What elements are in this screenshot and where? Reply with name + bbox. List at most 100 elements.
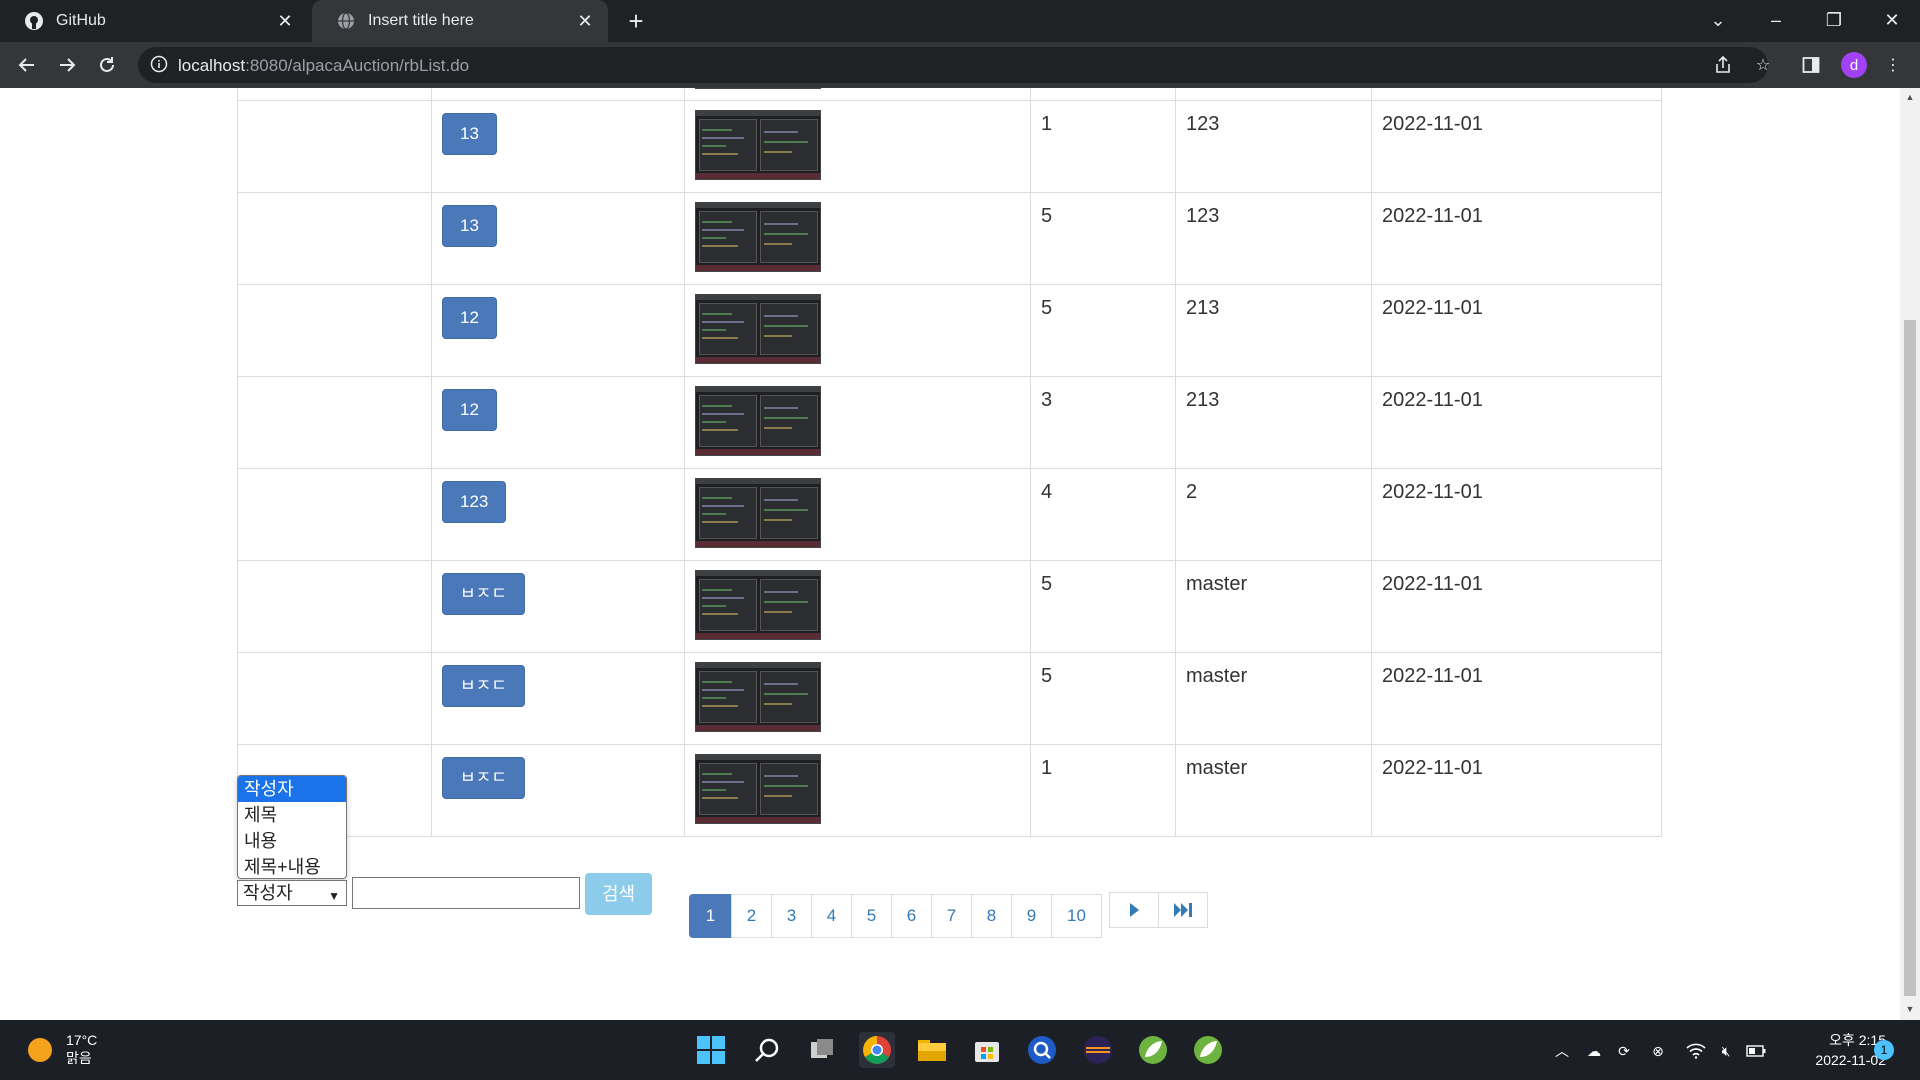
table-row: 12 5 213 2022-11-01 [237, 284, 1662, 377]
option-title-content[interactable]: 제목+내용 [238, 854, 346, 878]
back-icon[interactable] [12, 50, 42, 80]
show-hidden-icons-icon[interactable]: ︿ [1552, 1040, 1572, 1062]
share-icon[interactable] [1708, 50, 1738, 80]
file-explorer-icon[interactable] [914, 1032, 950, 1068]
table-row: 123 4 2 2022-11-01 [237, 468, 1662, 561]
item-title-button[interactable]: 13 [442, 113, 497, 155]
spring-tools-icon[interactable] [1135, 1032, 1171, 1068]
page-link[interactable]: 4 [811, 894, 852, 938]
weather-widget[interactable]: 17°C 맑음 [28, 1032, 97, 1068]
scroll-up-icon[interactable]: ▲ [1905, 92, 1915, 102]
option-writer[interactable]: 작성자 [238, 776, 346, 802]
date-cell: 2022-11-01 [1382, 297, 1483, 319]
scroll-thumb[interactable] [1904, 320, 1916, 996]
scroll-down-icon[interactable]: ▼ [1905, 1004, 1915, 1014]
writer-cell: 123 [1186, 205, 1220, 227]
thumbnail-image[interactable] [695, 570, 821, 640]
item-title-button[interactable]: ㅂㅈㄷ [442, 573, 525, 615]
wifi-icon[interactable] [1684, 1040, 1708, 1062]
item-title-button[interactable]: ㅂㅈㄷ [442, 757, 525, 799]
pagination: 1 2 3 4 5 6 7 8 9 10 [689, 894, 1102, 938]
vertical-scrollbar[interactable]: ▲ ▼ [1900, 88, 1920, 1020]
app-q-icon[interactable] [1024, 1032, 1060, 1068]
new-tab-icon[interactable]: + [622, 8, 650, 36]
page-link[interactable]: 7 [931, 894, 972, 938]
date-cell: 2022-11-01 [1382, 573, 1483, 595]
search-type-dropdown-list[interactable]: 작성자 제목 내용 제목+내용 [237, 775, 347, 879]
eclipse-icon[interactable] [1080, 1032, 1116, 1068]
page-link[interactable]: 2 [731, 894, 772, 938]
thumbnail-image[interactable] [695, 754, 821, 824]
reload-icon[interactable] [92, 50, 122, 80]
page-link[interactable]: 5 [851, 894, 892, 938]
thumbnail-image[interactable] [695, 202, 821, 272]
forward-icon[interactable] [52, 50, 82, 80]
tab-search-icon[interactable]: ⌄ [1690, 0, 1746, 40]
option-content[interactable]: 내용 [238, 828, 346, 854]
bookmark-star-icon[interactable]: ☆ [1748, 50, 1778, 80]
date-cell: 2022-11-01 [1382, 205, 1483, 227]
minimize-icon[interactable]: – [1748, 0, 1804, 40]
page-link[interactable]: 9 [1011, 894, 1052, 938]
side-panel-icon[interactable] [1796, 50, 1826, 80]
close-window-icon[interactable]: ✕ [1864, 0, 1920, 40]
item-title-button[interactable]: 123 [442, 481, 507, 523]
notification-badge[interactable]: 1 [1874, 1040, 1894, 1060]
search-icon[interactable] [749, 1032, 785, 1068]
close-circle-icon[interactable]: ⊗ [1646, 1040, 1670, 1062]
search-type-select[interactable]: 작성자 ▼ [237, 880, 347, 906]
date-cell: 2022-11-01 [1382, 665, 1483, 687]
tab-label: Insert title here [368, 12, 474, 29]
microsoft-store-icon[interactable] [969, 1032, 1005, 1068]
thumbnail-image[interactable] [695, 386, 821, 456]
task-view-icon[interactable] [804, 1032, 840, 1068]
battery-icon[interactable] [1744, 1040, 1768, 1062]
board-table: 13 1 123 2022-11-01 13 5 123 2022-11-01 12 5 213 20… [237, 88, 1662, 837]
thumbnail-image[interactable] [695, 478, 821, 548]
tab-github[interactable]: GitHub ✕ [0, 0, 308, 42]
profile-avatar[interactable]: d [1841, 52, 1867, 78]
item-title-button[interactable]: 12 [442, 389, 497, 431]
writer-cell: master [1186, 573, 1248, 595]
table-row: ㅂㅈㄷ 5 master 2022-11-01 [237, 560, 1662, 653]
thumbnail-image[interactable] [695, 88, 821, 89]
search-input[interactable] [352, 877, 580, 909]
page-link[interactable]: 3 [771, 894, 812, 938]
onedrive-icon[interactable]: ☁ [1582, 1040, 1606, 1062]
item-title-button[interactable]: ㅂㅈㄷ [442, 665, 525, 707]
search-button[interactable]: 검색 [585, 873, 652, 915]
thumbnail-image[interactable] [695, 294, 821, 364]
sync-icon[interactable]: ⟳ [1612, 1040, 1636, 1062]
last-page-icon[interactable] [1158, 892, 1208, 928]
page-link[interactable]: 1 [689, 894, 732, 938]
table-row: 13 5 123 2022-11-01 [237, 192, 1662, 285]
date-cell: 2022-11-01 [1382, 113, 1483, 135]
quantity-cell: 4 [1041, 481, 1053, 503]
site-info-icon[interactable] [150, 55, 170, 75]
item-title-button[interactable]: 13 [442, 205, 497, 247]
quantity-cell: 3 [1041, 389, 1053, 411]
restore-icon[interactable]: ❐ [1806, 0, 1862, 40]
quantity-cell: 1 [1041, 113, 1053, 135]
thumbnail-image[interactable] [695, 662, 821, 732]
option-title[interactable]: 제목 [238, 802, 346, 828]
volume-muted-icon[interactable]: 🔇︎ [1714, 1040, 1738, 1062]
next-page-icon[interactable] [1109, 892, 1159, 928]
close-tab-icon[interactable]: ✕ [274, 10, 296, 32]
system-clock[interactable]: 오후 2:15 2022-11-02 [1788, 1030, 1886, 1070]
close-tab-icon[interactable]: ✕ [574, 10, 596, 32]
item-title-button[interactable]: 12 [442, 297, 497, 339]
thumbnail-image[interactable] [695, 110, 821, 180]
page-link[interactable]: 10 [1051, 894, 1102, 938]
windows-taskbar: 17°C 맑음 ︿ ☁ ⟳ ⊗ 🔇︎ 오후 2:15 2022-11-02 [0, 1020, 1920, 1080]
page-link[interactable]: 6 [891, 894, 932, 938]
menu-kebab-icon[interactable]: ⋮ [1878, 50, 1908, 80]
spring-tools-icon-2[interactable] [1190, 1032, 1226, 1068]
windows-start-icon[interactable] [693, 1032, 729, 1068]
chrome-icon[interactable] [859, 1032, 895, 1068]
page-link[interactable]: 8 [971, 894, 1012, 938]
tab-insert-title[interactable]: Insert title here ✕ [312, 0, 608, 42]
chevron-down-icon: ▼ [328, 889, 340, 903]
address-bar[interactable]: localhost:8080/alpacaAuction/rbList.do [138, 47, 1768, 83]
page-viewport: 13 1 123 2022-11-01 13 5 123 2022-11-01 12 5 213 20… [0, 88, 1900, 1020]
